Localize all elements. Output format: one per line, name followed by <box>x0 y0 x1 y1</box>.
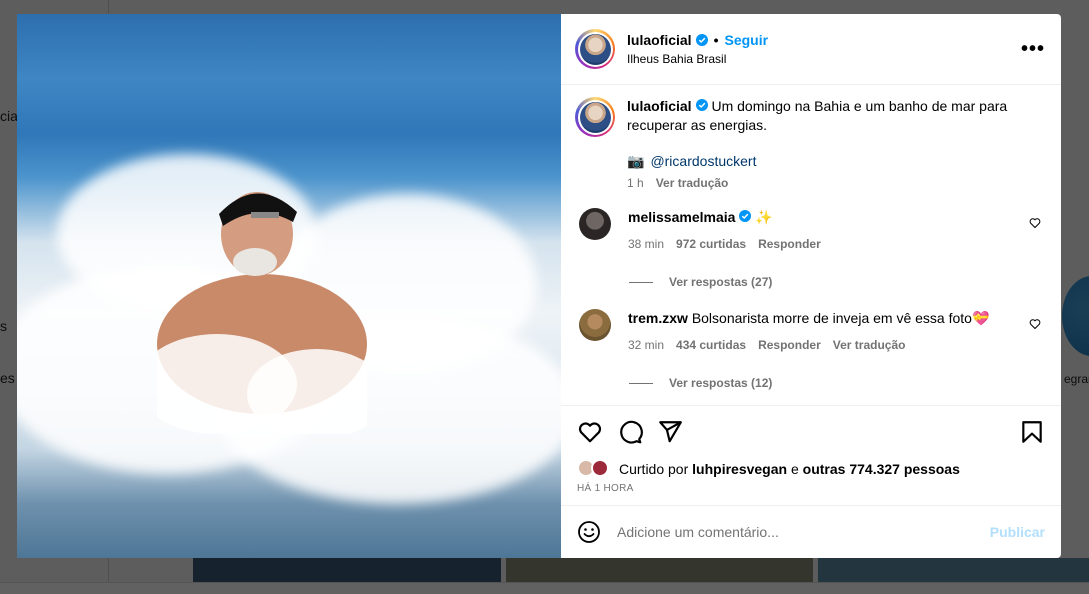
like-comment-heart-icon[interactable] <box>1029 318 1041 330</box>
likes-prefix: Curtido por <box>619 461 689 477</box>
comment-text: ✨ <box>755 209 773 225</box>
likes-conj: e <box>790 461 799 477</box>
post-sidebar: lulaoficial • Seguir Ilheus Bahia Brasil… <box>561 14 1061 558</box>
credit-mention[interactable]: @ricardostuckert <box>650 153 756 169</box>
likes-count[interactable]: outras 774.327 pessoas <box>803 461 960 477</box>
post-actions <box>561 405 1061 457</box>
verified-badge-icon <box>739 210 752 222</box>
publish-button[interactable]: Publicar <box>990 524 1045 540</box>
comment-time: 32 min <box>628 338 665 352</box>
share-send-icon[interactable] <box>657 419 683 445</box>
post-header: lulaoficial • Seguir Ilheus Bahia Brasil… <box>561 14 1061 85</box>
verified-badge-icon <box>695 34 708 46</box>
caption-avatar[interactable] <box>575 97 615 137</box>
comment-text: Bolsonarista morre de inveja em vê essa … <box>691 310 990 326</box>
comment-item: melissamelmaia ✨ 38 min 972 curtidas Res… <box>575 208 1045 253</box>
comment-likes[interactable]: 434 curtidas <box>676 336 746 354</box>
like-comment-heart-icon[interactable] <box>1029 217 1041 229</box>
caption-username[interactable]: lulaoficial <box>627 98 692 114</box>
comments-section[interactable]: lulaoficial Um domingo na Bahia e um ban… <box>561 85 1061 405</box>
comment-avatar[interactable] <box>579 309 611 341</box>
caption-meta: 1 h Ver tradução <box>627 176 1045 190</box>
comment-username[interactable]: trem.zxw <box>628 310 688 326</box>
liker-username[interactable]: luhpiresvegan <box>692 461 787 477</box>
post-timestamp[interactable]: HÁ 1 HORA <box>561 481 1061 505</box>
add-comment-bar: Publicar <box>561 505 1061 558</box>
more-options-button[interactable]: ••• <box>1021 39 1045 59</box>
comment-username[interactable]: melissamelmaia <box>628 209 735 225</box>
post-photo <box>17 14 561 558</box>
author-avatar[interactable] <box>575 29 615 69</box>
comment-avatar[interactable] <box>579 208 611 240</box>
separator-dot: • <box>713 32 719 48</box>
like-heart-icon[interactable] <box>577 419 603 445</box>
emoji-smiley-icon[interactable] <box>577 520 601 544</box>
swimmer-figure <box>157 192 367 434</box>
comment-item: trem.zxw Bolsonarista morre de inveja em… <box>575 309 1045 354</box>
save-bookmark-icon[interactable] <box>1019 419 1045 445</box>
see-translation-button[interactable]: Ver tradução <box>656 176 729 190</box>
comment-input[interactable] <box>617 524 990 540</box>
camera-icon: 📷 <box>627 153 645 169</box>
author-username[interactable]: lulaoficial <box>627 32 692 48</box>
reply-button[interactable]: Responder <box>758 235 821 253</box>
caption: lulaoficial Um domingo na Bahia e um ban… <box>575 97 1045 137</box>
verified-badge-icon <box>695 99 708 111</box>
post-location[interactable]: Ilheus Bahia Brasil <box>627 52 1021 66</box>
view-replies-button[interactable]: Ver respostas (12) <box>629 376 1045 390</box>
reply-button[interactable]: Responder <box>758 336 821 354</box>
see-translation-button[interactable]: Ver tradução <box>833 336 906 354</box>
view-replies-button[interactable]: Ver respostas (27) <box>629 275 1045 289</box>
comment-likes[interactable]: 972 curtidas <box>676 235 746 253</box>
follow-button[interactable]: Seguir <box>724 32 768 48</box>
post-modal: lulaoficial • Seguir Ilheus Bahia Brasil… <box>17 14 1061 558</box>
comment-time: 38 min <box>628 237 665 251</box>
likers-avatars[interactable] <box>577 459 613 479</box>
comment-bubble-icon[interactable] <box>617 419 643 445</box>
likes-summary: Curtido por luhpiresvegan e outras 774.3… <box>561 457 1061 481</box>
photo-credit: 📷 @ricardostuckert <box>627 153 1045 170</box>
caption-time: 1 h <box>627 176 644 190</box>
